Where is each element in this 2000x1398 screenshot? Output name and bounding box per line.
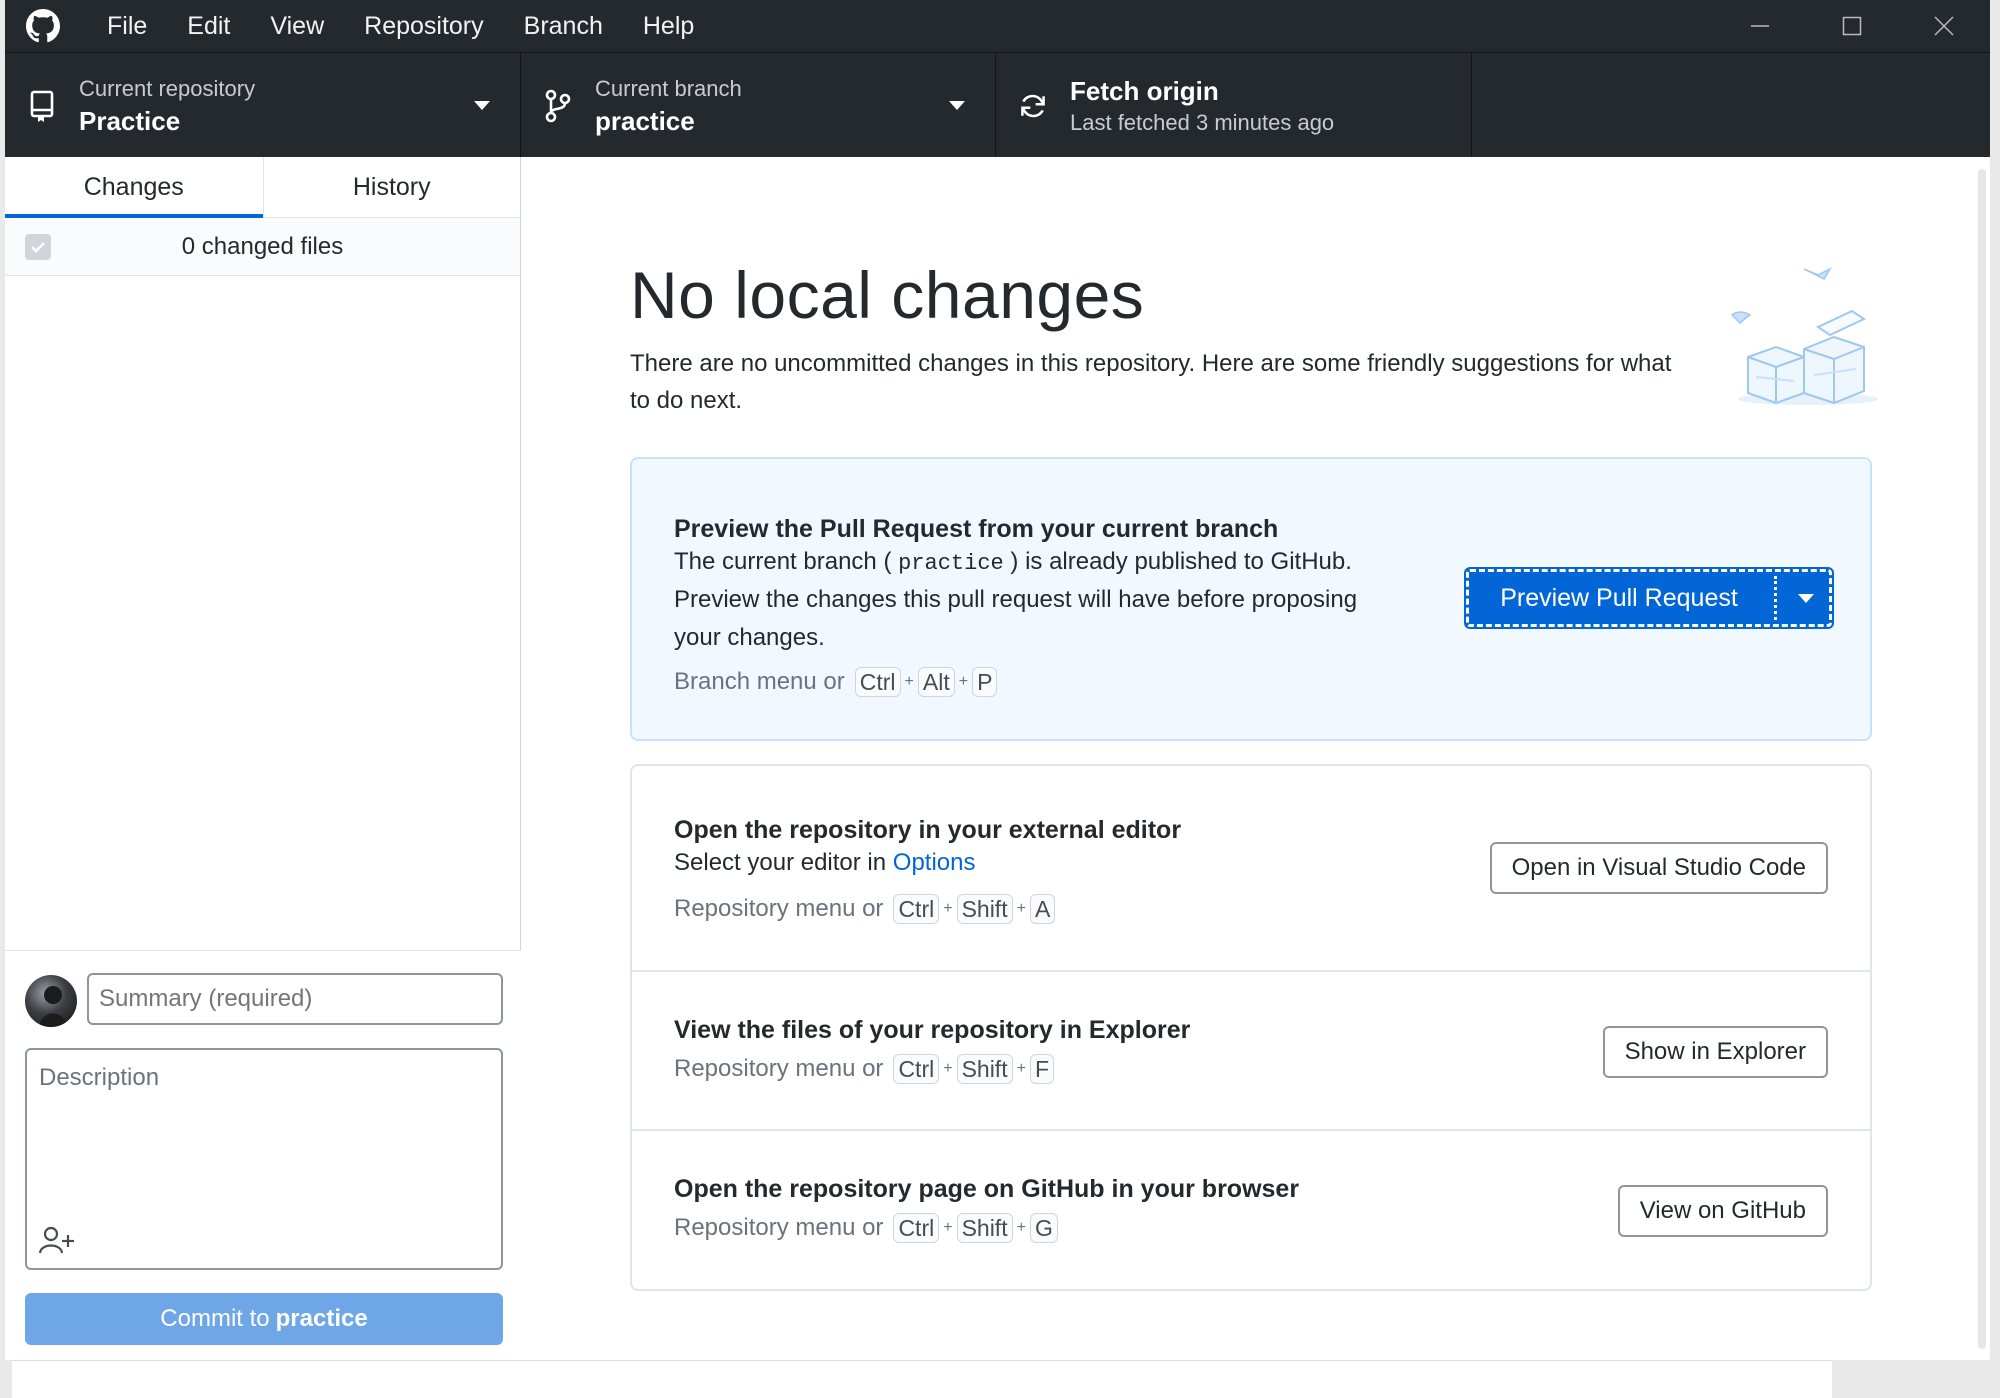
menu-view[interactable]: View	[250, 0, 344, 52]
preview-pr-shortcut: Branch menu or Ctrl + Alt + P	[674, 667, 999, 697]
fetch-origin-button[interactable]: Fetch origin Last fetched 3 minutes ago	[996, 53, 1472, 158]
preview-pr-title: Preview the Pull Request from your curre…	[674, 515, 1279, 543]
commit-button-prefix: Commit to	[160, 1305, 270, 1332]
key-ctrl: Ctrl	[893, 1054, 940, 1084]
view-on-github-button[interactable]: View on GitHub	[1617, 1185, 1828, 1237]
key-shift: Shift	[956, 1054, 1013, 1084]
explorer-row-shortcut: Repository menu or Ctrl + Shift + F	[674, 1054, 1056, 1084]
current-branch-name: practice	[595, 105, 695, 136]
menu-repository[interactable]: Repository	[344, 0, 504, 52]
maximize-icon[interactable]	[1806, 0, 1898, 52]
key-shift: Shift	[956, 894, 1013, 924]
menu-file[interactable]: File	[87, 0, 167, 52]
sidebar: Changes History 0 changed files Descript…	[5, 157, 521, 1360]
app-window: File Edit View Repository Branch Help Cu…	[5, 0, 1990, 1360]
add-coauthor-icon[interactable]	[37, 1224, 77, 1256]
caret-down-icon	[949, 101, 965, 110]
branch-code: practice	[898, 551, 1004, 576]
menu-branch[interactable]: Branch	[504, 0, 623, 52]
show-in-explorer-button[interactable]: Show in Explorer	[1602, 1026, 1828, 1078]
checkbox-icon[interactable]	[25, 234, 51, 260]
sidebar-tabs: Changes History	[5, 157, 520, 218]
commit-form: Description Commit to practice	[5, 950, 521, 1360]
close-icon[interactable]	[1898, 0, 1990, 52]
key-alt: Alt	[917, 667, 955, 697]
toolbar: Current repository Practice Current bran…	[5, 52, 1990, 158]
caret-down-icon[interactable]	[1777, 593, 1834, 603]
preview-pr-text-2: Preview the changes this pull request wi…	[674, 586, 1358, 613]
window-controls	[1714, 0, 1990, 52]
editor-row-text: Select your editor in Options	[674, 844, 976, 882]
preview-pr-text-1: The current branch ( practice ) is alrea…	[674, 543, 1352, 583]
preview-pull-request-label: Preview Pull Request	[1500, 583, 1738, 612]
avatar	[25, 975, 77, 1027]
shortcut-prefix: Branch menu or	[674, 668, 845, 695]
key-f: F	[1029, 1054, 1054, 1084]
page-subtitle: There are no uncommitted changes in this…	[630, 350, 1672, 414]
list-item: View the files of your repository in Exp…	[632, 972, 1870, 1131]
tab-changes[interactable]: Changes	[5, 157, 263, 218]
background-window	[12, 1360, 1832, 1398]
repo-icon	[27, 89, 57, 123]
menu-help[interactable]: Help	[623, 0, 714, 52]
menu-edit[interactable]: Edit	[167, 0, 250, 52]
key-ctrl: Ctrl	[893, 1213, 940, 1243]
preview-pull-request-card: Preview the Pull Request from your curre…	[630, 457, 1872, 741]
summary-input[interactable]	[87, 973, 503, 1025]
main-panel: No local changes There are no uncommitte…	[522, 157, 1990, 1360]
open-in-vscode-button[interactable]: Open in Visual Studio Code	[1489, 842, 1828, 894]
fetch-origin-title: Fetch origin	[1070, 75, 1219, 106]
tab-history[interactable]: History	[262, 157, 521, 217]
preview-pr-text-3: your changes.	[674, 624, 825, 651]
sync-icon	[1018, 89, 1048, 123]
current-branch-label: Current branch	[595, 75, 742, 101]
shortcut-prefix: Repository menu or	[674, 895, 884, 922]
preview-pr-text-1a: The current branch (	[674, 548, 892, 575]
commit-button[interactable]: Commit to practice	[25, 1293, 503, 1345]
title-bar: File Edit View Repository Branch Help	[5, 0, 1990, 52]
minimize-icon[interactable]	[1714, 0, 1806, 52]
key-ctrl: Ctrl	[893, 894, 940, 924]
key-p: P	[972, 667, 998, 697]
editor-row-title: Open the repository in your external edi…	[674, 816, 1182, 844]
scrollbar[interactable]	[1972, 157, 1990, 1360]
page-title: No local changes	[630, 258, 1145, 332]
preview-pull-request-button[interactable]: Preview Pull Request	[1464, 567, 1834, 629]
description-placeholder: Description	[39, 1064, 160, 1091]
github-logo-icon	[23, 6, 63, 46]
github-row-shortcut: Repository menu or Ctrl + Shift + G	[674, 1213, 1060, 1243]
key-a: A	[1029, 894, 1056, 924]
current-branch-dropdown[interactable]: Current branch practice	[521, 53, 996, 158]
key-g: G	[1029, 1213, 1058, 1243]
branch-icon	[543, 89, 573, 123]
current-repository-label: Current repository	[79, 75, 256, 101]
shortcut-prefix: Repository menu or	[674, 1055, 884, 1082]
editor-row-text-label: Select your editor in	[674, 849, 887, 876]
current-repository-dropdown[interactable]: Current repository Practice	[5, 53, 521, 158]
preview-pr-text-1b: ) is already published to GitHub.	[1010, 548, 1352, 575]
last-fetched-text: Last fetched 3 minutes ago	[1070, 109, 1335, 135]
explorer-row-title: View the files of your repository in Exp…	[674, 1016, 1191, 1044]
changed-files-count: 0 changed files	[181, 232, 344, 260]
caret-down-icon	[474, 101, 490, 110]
commit-button-branch: practice	[275, 1305, 368, 1332]
description-field[interactable]: Description	[25, 1048, 503, 1270]
key-ctrl: Ctrl	[854, 667, 901, 697]
current-repository-name: Practice	[79, 105, 181, 136]
key-shift: Shift	[956, 1213, 1013, 1243]
github-row-title: Open the repository page on GitHub in yo…	[674, 1175, 1300, 1203]
illustration	[1722, 257, 1882, 407]
list-item: Open the repository in your external edi…	[632, 766, 1870, 972]
changed-files-header: 0 changed files	[5, 218, 520, 276]
suggestions-list: Open the repository in your external edi…	[630, 764, 1872, 1291]
shortcut-prefix: Repository menu or	[674, 1214, 884, 1241]
editor-row-shortcut: Repository menu or Ctrl + Shift + A	[674, 894, 1057, 924]
list-item: Open the repository page on GitHub in yo…	[632, 1131, 1870, 1289]
options-link[interactable]: Options	[893, 849, 976, 876]
scrollbar-thumb[interactable]	[1978, 169, 1986, 1349]
